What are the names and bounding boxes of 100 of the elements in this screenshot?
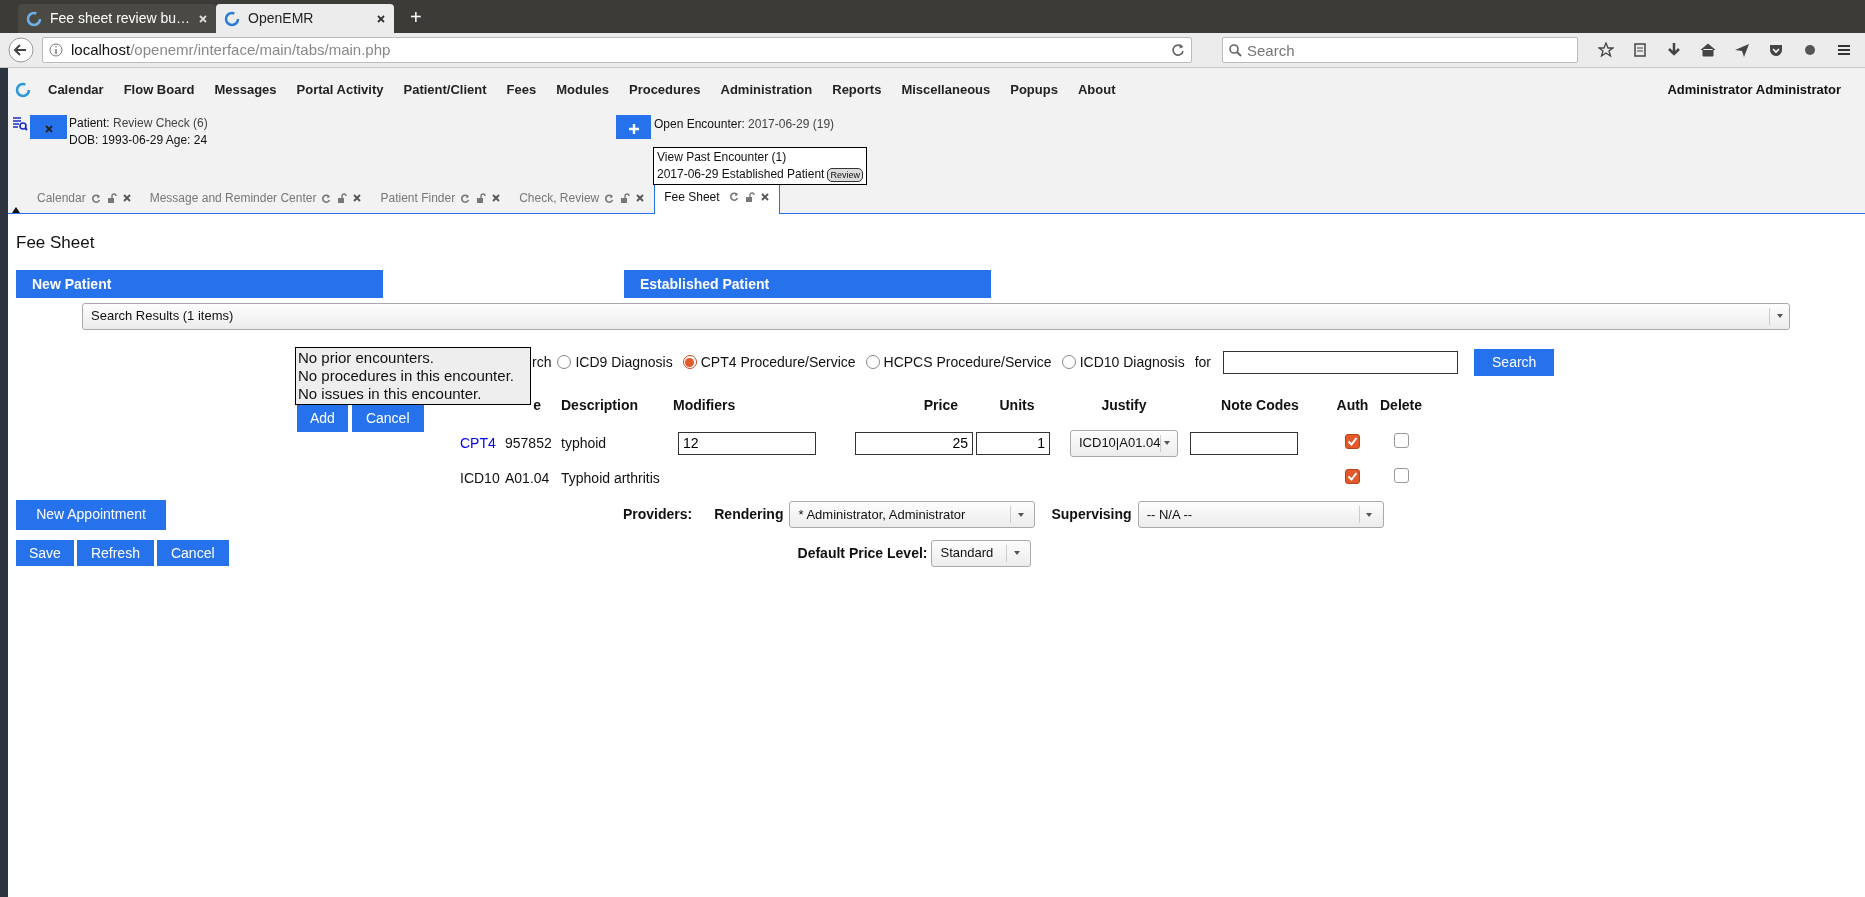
search-icon [1228,43,1242,57]
patient-list-icon[interactable] [12,115,28,131]
radio-label: ICD9 Diagnosis [575,352,673,372]
code-type-radio[interactable] [557,355,572,369]
refresh-button[interactable]: Refresh [76,540,154,566]
supervising-provider-select[interactable]: -- N/A -- [1137,501,1384,528]
menu-item[interactable]: About [1077,80,1116,100]
refresh-icon[interactable] [321,192,333,204]
lock-icon[interactable] [337,193,348,203]
refresh-icon[interactable] [604,192,616,204]
lock-icon[interactable] [476,193,487,203]
reload-icon[interactable] [1171,43,1185,57]
close-icon[interactable] [121,193,132,203]
price-level-select[interactable]: Standard [931,539,1032,567]
page-icon [224,10,241,27]
refresh-icon[interactable] [90,192,102,204]
close-icon[interactable] [759,191,770,202]
patient-dob: DOB: 1993-06-29 Age: 24 [69,132,208,149]
price-input[interactable]: 25 [855,431,973,455]
code-type-link[interactable]: CPT4 [460,434,496,451]
save-button[interactable]: Save [16,540,74,566]
logo-icon[interactable] [14,81,32,99]
url-text: localhost/openemr/interface/main/tabs/main.php [71,39,391,60]
download-icon[interactable] [1666,42,1682,58]
code-type-radio[interactable] [1061,355,1076,369]
collapse-icon[interactable] [12,207,20,213]
address-field[interactable]: localhost/openemr/interface/main/tabs/main.php [42,37,1192,63]
menu-item[interactable]: Portal Activity [296,80,384,100]
code-type: ICD10 [460,469,500,486]
user-menu[interactable]: Administrator Administrator [1667,80,1841,100]
category-header[interactable]: Established Patient [624,269,991,298]
delete-checkbox[interactable] [1393,432,1409,448]
menu-item[interactable]: Patient/Client [403,80,487,100]
cancel-button[interactable]: Cancel [156,540,229,566]
popup-cancel-button[interactable]: Cancel [351,404,424,432]
auth-checkbox[interactable] [1345,433,1360,449]
menu-item[interactable]: Messages [214,80,277,100]
justify-select[interactable]: ICD10|A01.04 [1070,429,1178,457]
send-icon[interactable] [1734,42,1750,58]
summary-line: No issues in this encounter. [298,384,483,403]
menu-icon[interactable] [1836,42,1852,58]
caret-icon [1164,441,1171,445]
lock-icon[interactable] [620,193,631,203]
menu-item[interactable]: Popups [1010,80,1058,100]
menu-item[interactable]: Administration [720,80,813,100]
column-header: e [533,397,541,413]
home-icon[interactable] [1700,42,1716,58]
browser-tab[interactable]: OpenEMR [216,4,395,33]
search-input[interactable] [1223,350,1459,374]
app-tab[interactable]: Patient Finder [371,183,511,213]
units-input[interactable]: 1 [976,431,1050,455]
code-type-radio[interactable] [865,355,880,369]
category-header[interactable]: New Patient [16,269,383,298]
new-appointment-button[interactable]: New Appointment [16,499,166,530]
description-cell: Typhoid arthritis [561,469,660,486]
search-button[interactable]: Search [1474,348,1555,376]
close-icon[interactable] [491,193,502,203]
close-icon[interactable] [198,13,209,24]
pocket-icon[interactable] [1768,42,1784,58]
code-type-radio[interactable] [682,355,697,369]
search-label: rch [532,352,552,372]
modifiers-input[interactable]: 12 [678,431,816,455]
summary-line: No procedures in this encounter. [298,366,515,385]
code-cell: A01.04 [505,469,550,486]
star-icon[interactable] [1598,42,1614,58]
column-header: Delete [1380,397,1422,413]
refresh-icon[interactable] [460,192,472,204]
menu-item[interactable]: Calendar [48,80,104,100]
app-tab[interactable]: Message and Reminder Center [140,183,372,213]
app-tab[interactable]: Check, Review [510,183,655,213]
menu-item[interactable]: Miscellaneous [901,80,991,100]
column-header: Description [561,397,638,413]
close-icon [43,124,54,135]
review-button[interactable]: Review [827,167,863,182]
delete-checkbox[interactable] [1393,467,1409,483]
lock-icon[interactable] [106,193,117,203]
refresh-icon[interactable] [728,191,740,202]
search-results-select[interactable]: Search Results (1 items) [82,302,1790,330]
note-codes-input[interactable] [1190,431,1298,455]
supervising-label: Supervising [1051,505,1132,524]
auth-checkbox[interactable] [1345,468,1360,484]
search-field[interactable]: Search [1222,37,1578,63]
back-icon[interactable] [8,37,34,63]
past-encounter-link[interactable]: View Past Encounter (1) [657,149,863,166]
close-icon[interactable] [352,193,363,203]
add-encounter-button[interactable] [616,115,651,139]
menu-item[interactable]: Flow Board [123,80,195,100]
menu-item[interactable]: Fees [506,80,537,100]
app-tab[interactable]: Calendar [28,183,141,213]
close-icon[interactable] [635,193,646,203]
lock-icon[interactable] [744,191,755,202]
browser-tab[interactable]: Fee sheet review bu… [18,4,217,33]
menu-item[interactable]: Modules [556,80,609,100]
rendering-provider-select[interactable]: * Administrator, Administrator [789,501,1036,528]
new-tab-button[interactable]: + [404,2,428,33]
close-icon[interactable] [376,13,387,24]
popup-add-button[interactable]: Add [297,404,348,432]
menu-item[interactable]: Reports [832,80,882,100]
menu-item[interactable]: Procedures [628,80,701,100]
clipboard-icon[interactable] [1632,42,1648,58]
